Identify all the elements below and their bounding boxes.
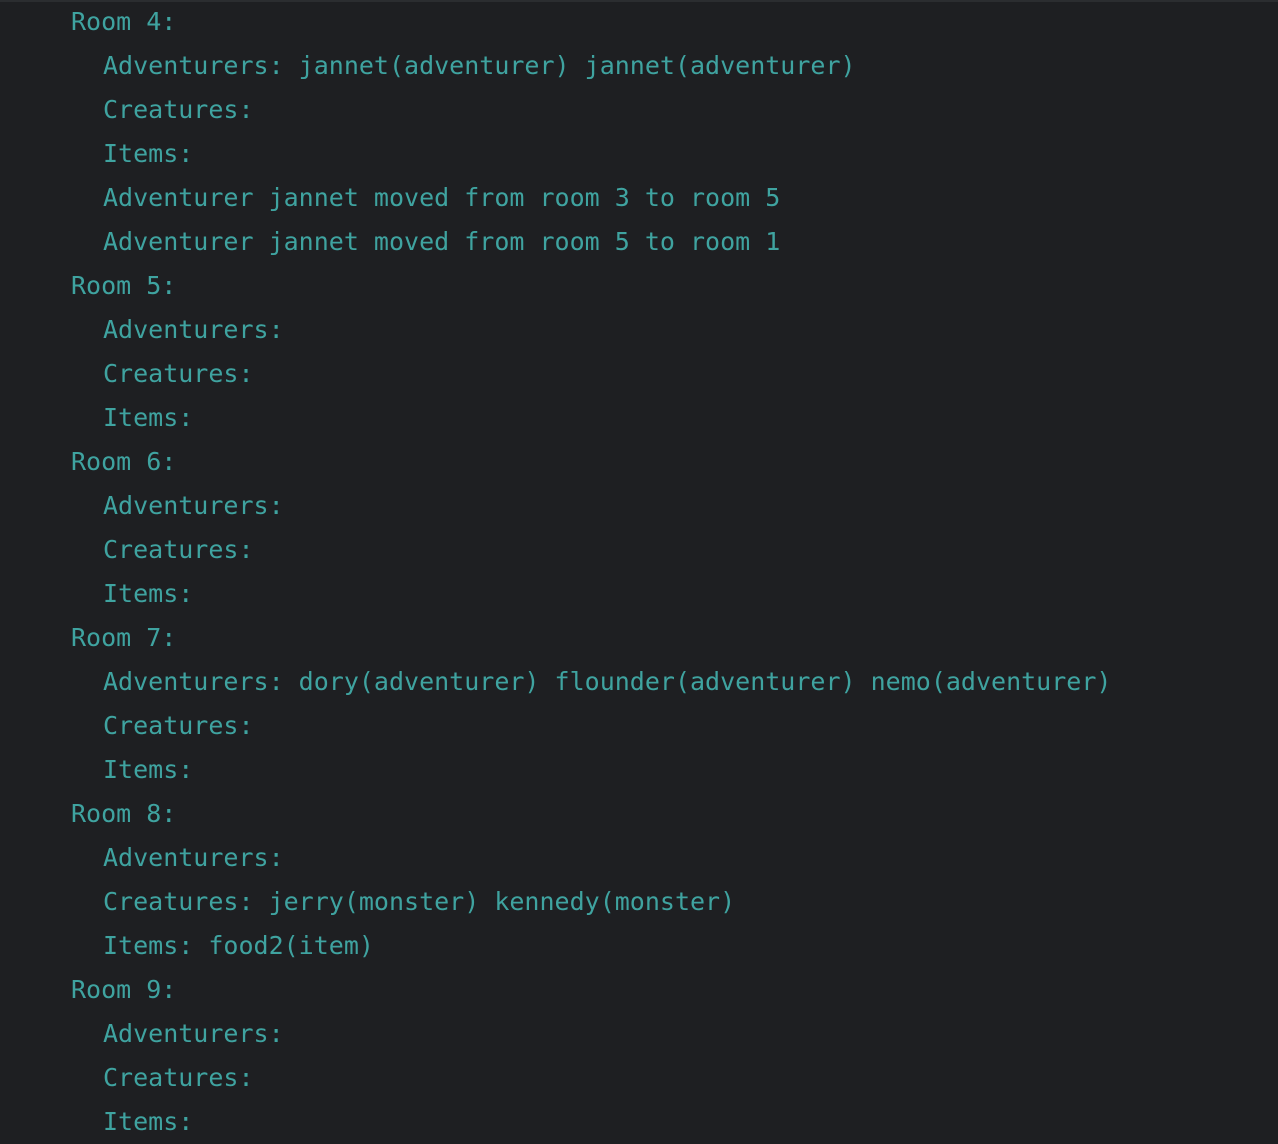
creatures-line: Creatures: bbox=[103, 535, 254, 564]
adventurers-line: Adventurers: bbox=[103, 843, 284, 872]
room-heading: Room 6: bbox=[71, 447, 177, 476]
creatures-line: Creatures: bbox=[103, 1063, 254, 1092]
adventurers-line: Adventurers: bbox=[103, 315, 284, 344]
move-log-line: Adventurer jannet moved from room 3 to r… bbox=[103, 183, 781, 212]
creatures-line: Creatures: jerry(monster) kennedy(monste… bbox=[103, 887, 736, 916]
move-log-line: Adventurer jannet moved from room 5 to r… bbox=[103, 227, 781, 256]
room-heading: Room 9: bbox=[71, 975, 177, 1004]
items-line: Items: bbox=[103, 403, 194, 432]
items-line: Items: bbox=[103, 1107, 194, 1136]
adventurers-line: Adventurers: dory(adventurer) flounder(a… bbox=[103, 667, 1112, 696]
room-heading: Room 4: bbox=[71, 7, 177, 36]
creatures-line: Creatures: bbox=[103, 359, 254, 388]
creatures-line: Creatures: bbox=[103, 95, 254, 124]
room-heading: Room 7: bbox=[71, 623, 177, 652]
adventurers-line: Adventurers: bbox=[103, 1019, 284, 1048]
items-line: Items: bbox=[103, 139, 194, 168]
items-line: Items: food2(item) bbox=[103, 931, 374, 960]
adventurers-line: Adventurers: bbox=[103, 491, 284, 520]
adventurers-line: Adventurers: jannet(adventurer) jannet(a… bbox=[103, 51, 856, 80]
items-line: Items: bbox=[103, 755, 194, 784]
room-heading: Room 8: bbox=[71, 799, 177, 828]
room-heading: Room 5: bbox=[71, 271, 177, 300]
console-output[interactable]: Room 4: Adventurers: jannet(adventurer) … bbox=[0, 0, 1278, 1142]
creatures-line: Creatures: bbox=[103, 711, 254, 740]
items-line: Items: bbox=[103, 579, 194, 608]
